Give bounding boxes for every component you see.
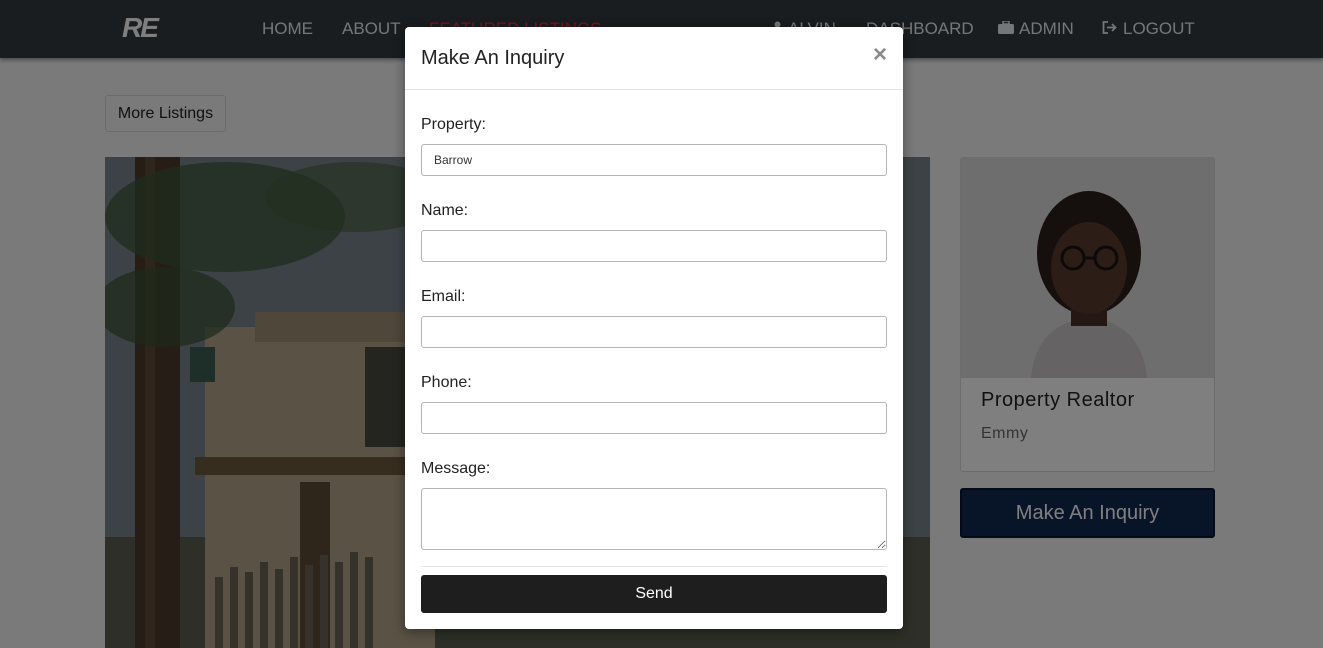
inquiry-modal: Make An Inquiry × Property: Name: Email:…	[405, 27, 903, 629]
email-input[interactable]	[421, 316, 887, 348]
message-textarea[interactable]	[421, 488, 887, 550]
close-icon[interactable]: ×	[873, 43, 887, 67]
name-input[interactable]	[421, 230, 887, 262]
property-label: Property:	[421, 116, 486, 133]
send-button[interactable]: Send	[421, 575, 887, 613]
modal-title: Make An Inquiry	[421, 47, 565, 69]
email-label: Email:	[421, 288, 466, 305]
message-label: Message:	[421, 460, 491, 477]
name-label: Name:	[421, 202, 469, 219]
phone-label: Phone:	[421, 374, 472, 391]
property-input[interactable]	[421, 144, 887, 176]
modal-header: Make An Inquiry ×	[405, 27, 903, 90]
form-divider	[421, 566, 887, 567]
phone-input[interactable]	[421, 402, 887, 434]
